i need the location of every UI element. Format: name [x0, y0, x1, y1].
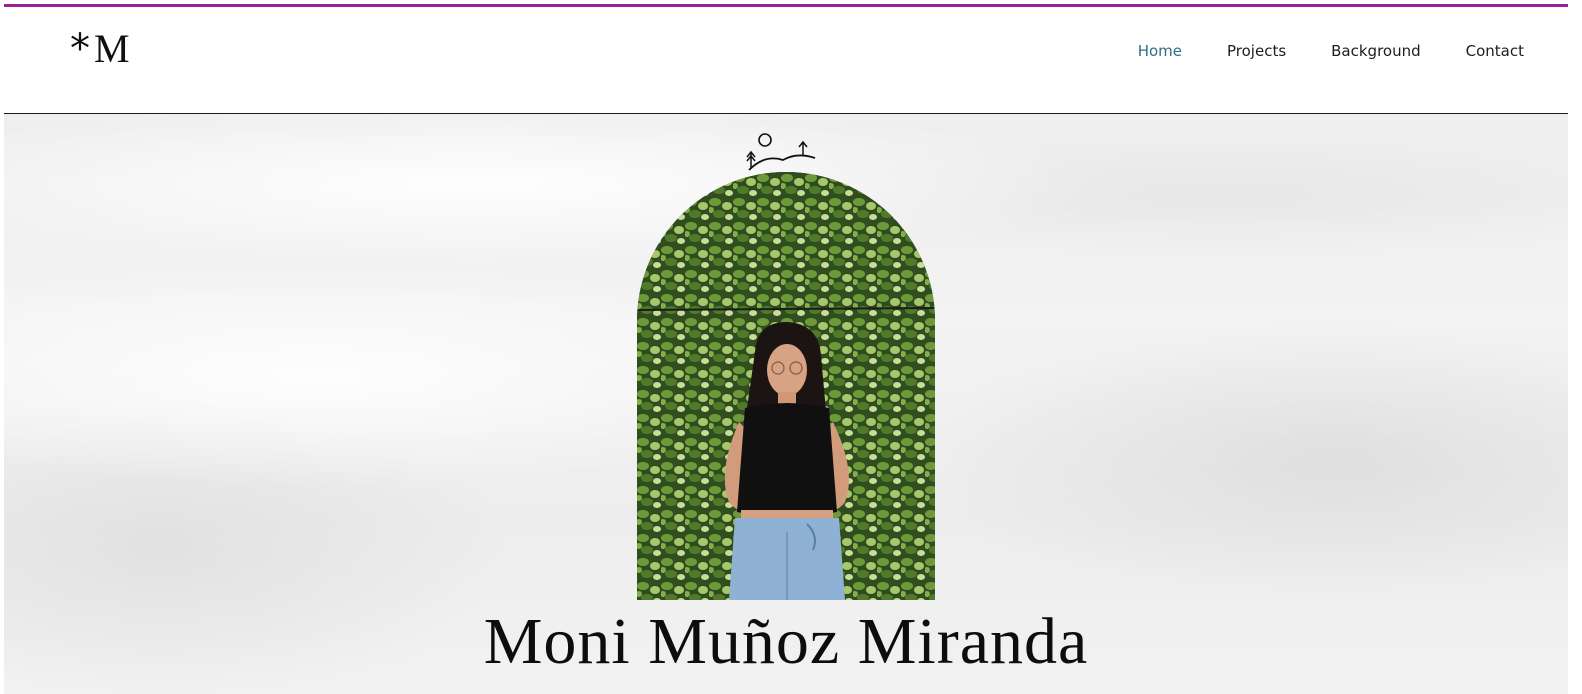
- main-nav: Home Projects Background Contact: [1138, 42, 1524, 60]
- nav-contact[interactable]: Contact: [1466, 42, 1524, 60]
- nav-projects[interactable]: Projects: [1227, 42, 1286, 60]
- site-header: * M Home Projects Background Contact: [4, 7, 1568, 114]
- nav-background[interactable]: Background: [1331, 42, 1421, 60]
- page: * M Home Projects Background Contact Mon…: [4, 0, 1568, 694]
- sun-mountains-icon: [746, 133, 816, 171]
- hero-section: Moni Muñoz Miranda: [4, 114, 1568, 694]
- nav-home[interactable]: Home: [1138, 42, 1182, 60]
- logo-asterisk: *: [70, 26, 90, 72]
- logo-letter: M: [94, 26, 131, 71]
- site-logo[interactable]: * M: [70, 25, 131, 72]
- portrait-photo: [637, 172, 935, 600]
- hero-name: Moni Muñoz Miranda: [483, 605, 1089, 678]
